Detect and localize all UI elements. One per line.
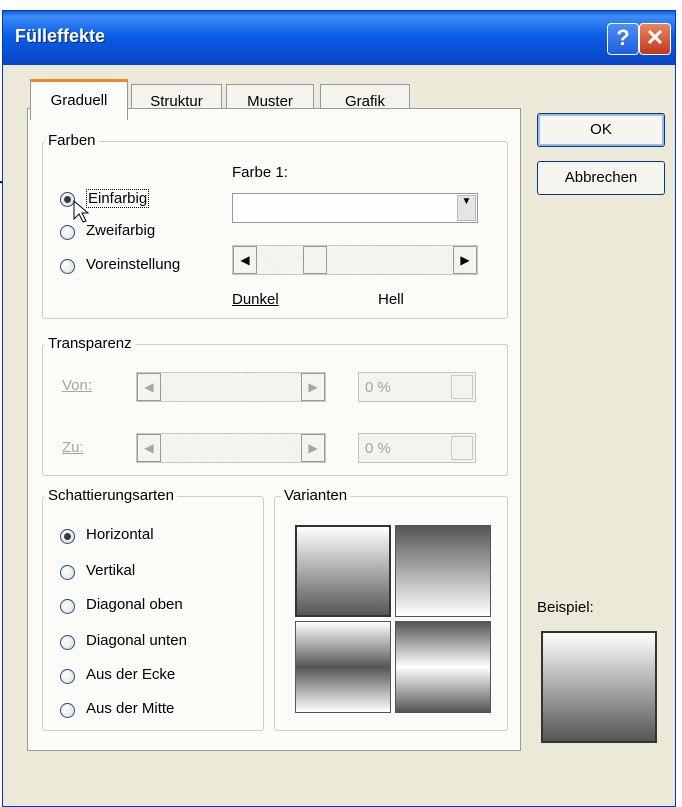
ok-button[interactable]: OK <box>537 113 665 147</box>
tab-label: Graduell <box>50 92 108 109</box>
zu-value: 0 % <box>365 440 391 457</box>
brightness-slider[interactable]: ◀ ▶ <box>232 245 478 275</box>
mouse-cursor-icon <box>73 200 89 223</box>
radio-zweifarbig[interactable] <box>60 225 75 240</box>
variant-3[interactable] <box>295 621 391 713</box>
scroll-left-icon: ◀ <box>137 434 161 462</box>
cancel-button[interactable]: Abbrechen <box>537 161 665 195</box>
schattierung-legend: Schattierungsarten <box>45 487 177 504</box>
von-slider: ◀ ▶ <box>136 372 326 402</box>
scroll-right-icon[interactable]: ▶ <box>453 246 477 274</box>
help-button[interactable]: ? <box>607 23 639 55</box>
label-vertikal[interactable]: Vertikal <box>86 562 135 579</box>
label-aus-der-ecke[interactable]: Aus der Ecke <box>86 666 175 683</box>
farbe-1-combobox[interactable]: ▼ <box>232 193 478 223</box>
zu-spinner: 0 % <box>358 433 476 463</box>
radio-vertikal[interactable] <box>60 565 75 580</box>
label-aus-der-mitte[interactable]: Aus der Mitte <box>86 700 174 717</box>
scroll-right-icon: ▶ <box>301 373 325 401</box>
slider-thumb[interactable] <box>303 246 327 274</box>
dunkel-label: Dunkel <box>232 291 279 308</box>
variant-1[interactable] <box>295 525 391 617</box>
varianten-legend: Varianten <box>281 487 351 504</box>
hell-label: Hell <box>378 291 404 308</box>
scroll-right-icon: ▶ <box>301 434 325 462</box>
transparenz-legend: Transparenz <box>45 335 135 352</box>
fill-effects-dialog: Fülleffekte ? ✕ Graduell Struktur Muster… <box>2 10 676 807</box>
radio-aus-der-ecke[interactable] <box>60 669 75 684</box>
radio-horizontal[interactable] <box>60 529 75 544</box>
scroll-left-icon[interactable]: ◀ <box>233 246 257 274</box>
zu-slider: ◀ ▶ <box>136 433 326 463</box>
tab-graduell[interactable]: Graduell <box>30 79 128 120</box>
ok-label: OK <box>590 121 612 138</box>
radio-voreinstellung[interactable] <box>60 259 75 274</box>
von-spinner: 0 % <box>358 372 476 402</box>
farbe-1-label: Farbe 1: <box>232 164 288 181</box>
label-einfarbig[interactable]: Einfarbig <box>86 189 150 208</box>
zu-label: Zu: <box>62 439 84 456</box>
tab-panel: Farben Einfarbig Zweifarbig Voreinstellu… <box>27 108 521 751</box>
variant-2[interactable] <box>395 525 491 617</box>
label-zweifarbig[interactable]: Zweifarbig <box>86 222 155 239</box>
close-icon: ✕ <box>645 25 665 50</box>
sample-preview <box>541 631 657 743</box>
radio-diagonal-unten[interactable] <box>60 635 75 650</box>
radio-aus-der-mitte[interactable] <box>60 703 75 718</box>
cancel-label: Abbrechen <box>564 169 638 186</box>
von-label: Von: <box>62 377 93 394</box>
scroll-left-icon: ◀ <box>137 373 161 401</box>
label-diagonal-oben[interactable]: Diagonal oben <box>86 596 183 613</box>
chevron-down-icon[interactable]: ▼ <box>457 195 476 221</box>
label-diagonal-unten[interactable]: Diagonal unten <box>86 632 187 649</box>
label-horizontal[interactable]: Horizontal <box>86 526 154 543</box>
von-value: 0 % <box>365 379 391 396</box>
close-button[interactable]: ✕ <box>639 23 671 55</box>
spinner-arrows-icon <box>451 436 473 460</box>
dialog-title: Fülleffekte <box>15 26 106 46</box>
radio-diagonal-oben[interactable] <box>60 599 75 614</box>
label-voreinstellung[interactable]: Voreinstellung <box>86 256 180 273</box>
beispiel-label: Beispiel: <box>537 599 594 616</box>
variant-4[interactable] <box>395 621 491 713</box>
spinner-arrows-icon <box>451 375 473 399</box>
farben-legend: Farben <box>45 132 99 149</box>
help-icon: ? <box>616 25 630 50</box>
title-bar[interactable]: Fülleffekte ? ✕ <box>3 11 675 65</box>
